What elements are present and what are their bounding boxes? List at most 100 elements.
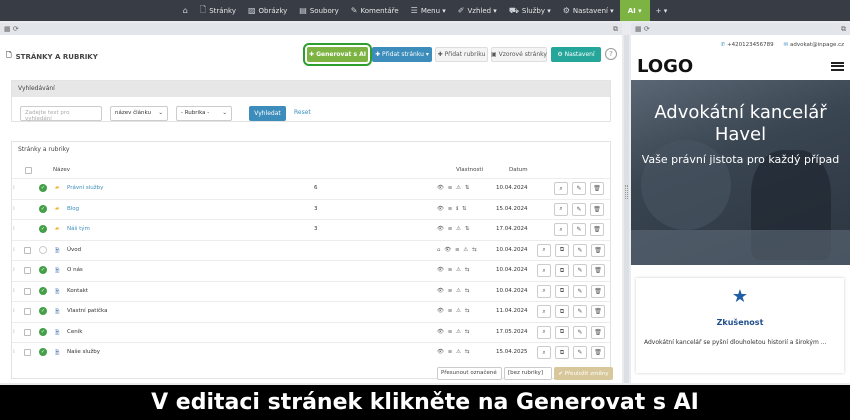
row-name[interactable]: Vlastní patička — [67, 308, 107, 314]
reset-link[interactable]: Reset — [294, 109, 311, 116]
table-row[interactable]: ⁞ ✓ ▰ Náš tým 3 👁 ≡ ⚠ ⇅ 17.04.2024 ⌕ ✎ 🗑 — [12, 219, 610, 239]
row-name[interactable]: O nás — [67, 267, 83, 273]
row-name[interactable]: Naše služby — [67, 349, 100, 355]
home-button[interactable]: ⌂ — [177, 0, 194, 21]
save-order-button[interactable]: ✔ Přeuložit změny — [554, 367, 613, 380]
table-row[interactable]: ⁞ ✓ 🗎 Naše služby 👁 ≡ ⚠ ⇆ 15.04.2025 ⌕ ⧉ ✎ 🗑 — [12, 342, 610, 362]
topbar-item-1[interactable]: ▨ Obrázky — [242, 0, 293, 21]
status-icon[interactable]: ✓ — [39, 266, 47, 274]
drag-handle-icon[interactable]: ⁞ — [13, 329, 15, 335]
topbar-item-0[interactable]: 🗋 Stránky — [194, 0, 242, 21]
search-icon[interactable]: ⌕ — [537, 264, 551, 277]
drag-handle-icon[interactable]: ⁞ — [13, 226, 15, 232]
table-row[interactable]: ⁞ ✓ 🗎 O nás 👁 ≡ ⚠ ⇆ 10.04.2024 ⌕ ⧉ ✎ 🗑 — [12, 260, 610, 280]
select-all-checkbox[interactable] — [25, 167, 32, 174]
help-icon[interactable]: ? — [605, 48, 617, 60]
search-icon[interactable]: ⌕ — [554, 223, 568, 236]
status-icon[interactable]: ✓ — [39, 204, 47, 213]
row-name[interactable]: Náš tým — [67, 226, 90, 232]
pencil-icon[interactable]: ✎ — [572, 202, 586, 216]
preview-expand-icon[interactable]: ⧉ — [841, 25, 846, 34]
status-icon[interactable] — [39, 245, 47, 254]
add-page-button[interactable]: ✚ Přidat stránku ▾ — [372, 47, 432, 62]
pencil-icon[interactable]: ✎ — [572, 182, 586, 195]
trash-icon[interactable]: 🗑 — [591, 243, 605, 257]
row-name[interactable]: Úvod — [67, 247, 81, 253]
move-target-select[interactable]: [bez rubriky] — [504, 367, 552, 380]
status-icon[interactable]: ✓ — [39, 225, 47, 233]
table-row[interactable]: ⁞ ✓ 🗎 Ceník 👁 ≡ ⚠ ⇆ 17.05.2024 ⌕ ⧉ ✎ 🗑 — [12, 321, 610, 342]
table-row[interactable]: ⁞ ✓ ▰ Blog 3 👁 ≡ ℹ ⇅ 15.04.2024 ⌕ ✎ 🗑 — [12, 198, 610, 219]
row-name[interactable]: Právní služby — [67, 185, 103, 191]
copy-icon[interactable]: ⧉ — [555, 325, 569, 339]
copy-icon[interactable]: ⧉ — [555, 346, 569, 359]
splitter-handle[interactable] — [625, 185, 628, 199]
copy-icon[interactable]: ⧉ — [555, 305, 569, 318]
table-row[interactable]: ⁞ ✓ ▰ Právní služby 6 👁 ≡ ⚠ ⇅ 10.04.2024 ⌕ ✎ 🗑 — [12, 178, 610, 198]
trash-icon[interactable]: 🗑 — [591, 325, 605, 339]
status-icon[interactable]: ✓ — [39, 327, 47, 336]
drag-handle-icon[interactable]: ⁞ — [13, 247, 15, 253]
topbar-item-9[interactable]: + ▾ — [650, 0, 674, 21]
table-row[interactable]: ⁞ ✓ 🗎 Kontakt 👁 ≡ ⚠ ⇆ 10.04.2024 ⌕ ⧉ ✎ 🗑 — [12, 280, 610, 301]
topbar-item-7[interactable]: ⚙ Nastavení ▾ — [557, 0, 620, 21]
pencil-icon[interactable]: ✎ — [572, 223, 586, 236]
hamburger-menu-icon[interactable] — [831, 61, 844, 71]
row-checkbox[interactable] — [24, 246, 31, 254]
status-icon[interactable]: ✓ — [39, 184, 47, 192]
trash-icon[interactable]: 🗑 — [590, 182, 604, 195]
search-button[interactable]: Vyhledat — [249, 106, 286, 121]
copy-icon[interactable]: ⧉ — [555, 284, 569, 298]
panel-splitter[interactable] — [624, 35, 629, 383]
pencil-icon[interactable]: ✎ — [573, 305, 587, 318]
drag-handle-icon[interactable]: ⁞ — [13, 288, 15, 294]
row-checkbox[interactable] — [24, 349, 31, 356]
drag-handle-icon[interactable]: ⁞ — [13, 185, 15, 191]
drag-handle-icon[interactable]: ⁞ — [13, 267, 15, 273]
status-icon[interactable]: ✓ — [39, 286, 47, 295]
copy-icon[interactable]: ⧉ — [555, 264, 569, 277]
pencil-icon[interactable]: ✎ — [573, 264, 587, 277]
topbar-item-3[interactable]: ✎ Komentáře — [345, 0, 405, 21]
row-checkbox[interactable] — [24, 267, 31, 274]
row-checkbox[interactable] — [24, 308, 31, 315]
topbar-item-5[interactable]: ✐ Vzhled ▾ — [452, 0, 503, 21]
settings-button[interactable]: ⚙ Nastavení — [551, 47, 601, 62]
search-icon[interactable]: ⌕ — [537, 243, 551, 257]
search-icon[interactable]: ⌕ — [537, 305, 551, 318]
panel-expand-icon[interactable]: ⧉ — [613, 25, 618, 34]
trash-icon[interactable]: 🗑 — [590, 223, 604, 236]
table-row[interactable]: ⁞ 🗎 Úvod ⌂ 👁 ≡ ⚠ ⇆ 10.04.2024 ⌕ ⧉ ✎ 🗑 — [12, 239, 610, 260]
drag-handle-icon[interactable]: ⁞ — [13, 308, 15, 314]
rubric-select[interactable]: - Rubrika - ⌄ — [176, 106, 232, 121]
table-row[interactable]: ⁞ ✓ 🗎 Vlastní patička 👁 ≡ ⚠ ⇆ 11.04.2024 ⌕ ⧉ ✎ 🗑 — [12, 301, 610, 321]
row-name[interactable]: Kontakt — [67, 288, 88, 294]
search-icon[interactable]: ⌕ — [554, 202, 568, 216]
row-checkbox[interactable] — [24, 328, 31, 336]
row-name[interactable]: Blog — [67, 206, 79, 212]
template-pages-button[interactable]: ▣ Vzorové stránky — [491, 47, 547, 62]
topbar-item-8[interactable]: AI ▾ — [619, 0, 650, 21]
drag-handle-icon[interactable]: ⁞ — [13, 349, 15, 355]
add-rubric-button[interactable]: ✚ Přidat rubriku — [435, 47, 488, 62]
topbar-item-6[interactable]: ⛟ Služby ▾ — [503, 0, 557, 21]
panel-menu-icon[interactable]: ▦ ⟳ — [4, 25, 19, 33]
search-icon[interactable]: ⌕ — [537, 325, 551, 339]
generate-ai-button[interactable]: ✚ Generovat s AI — [303, 43, 372, 66]
pencil-icon[interactable]: ✎ — [573, 346, 587, 359]
topbar-item-4[interactable]: ☰ Menu ▾ — [405, 0, 452, 21]
pencil-icon[interactable]: ✎ — [573, 325, 587, 339]
status-icon[interactable]: ✓ — [39, 307, 47, 315]
trash-icon[interactable]: 🗑 — [591, 264, 605, 277]
search-field-select[interactable]: název článku ⌄ — [110, 106, 168, 121]
trash-icon[interactable]: 🗑 — [591, 305, 605, 318]
trash-icon[interactable]: 🗑 — [591, 284, 605, 298]
trash-icon[interactable]: 🗑 — [591, 346, 605, 359]
topbar-item-2[interactable]: ▤ Soubory — [293, 0, 344, 21]
search-icon[interactable]: ⌕ — [537, 284, 551, 298]
search-icon[interactable]: ⌕ — [554, 182, 568, 195]
row-name[interactable]: Ceník — [67, 329, 82, 335]
drag-handle-icon[interactable]: ⁞ — [13, 206, 15, 212]
trash-icon[interactable]: 🗑 — [590, 202, 604, 216]
preview-menu-icon[interactable]: ▦ ⟳ — [635, 25, 650, 33]
